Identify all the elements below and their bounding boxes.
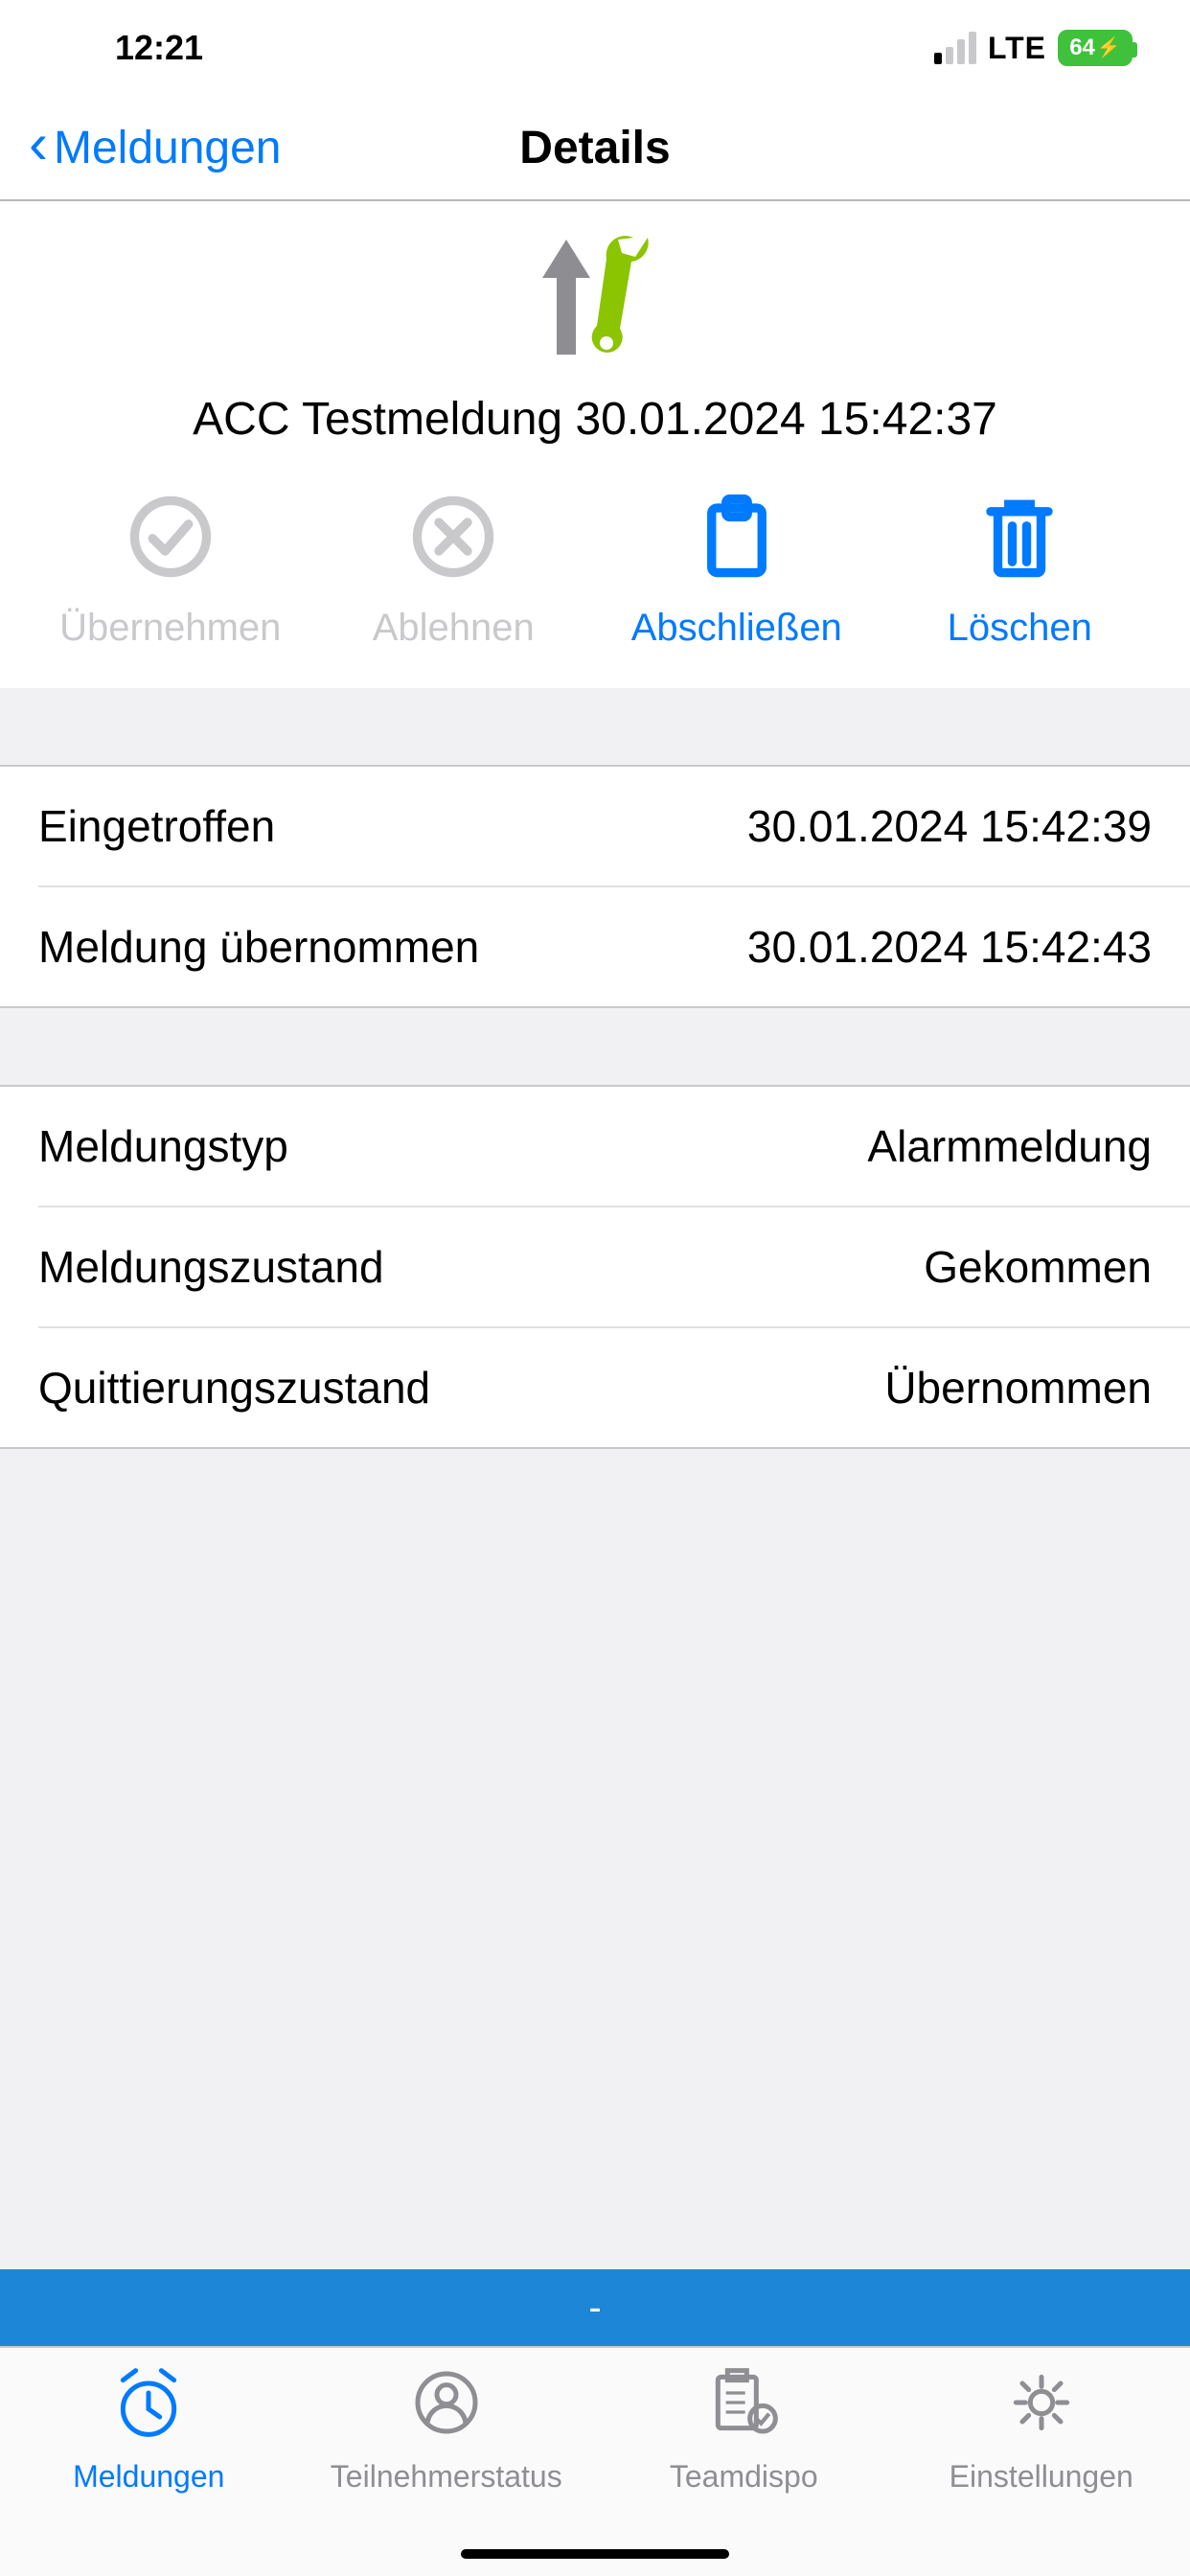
- battery-level: 64: [1069, 36, 1095, 59]
- row-label: Quittierungszustand: [38, 1362, 430, 1414]
- network-label: LTE: [988, 31, 1046, 66]
- table-row: Meldung übernommen 30.01.2024 15:42:43: [38, 886, 1190, 1006]
- delete-button[interactable]: Löschen: [879, 494, 1162, 650]
- nav-bar: ‹ Meldungen Details: [0, 96, 1190, 201]
- person-circle-icon: [408, 2367, 485, 2446]
- tab-teilnehmerstatus[interactable]: Teilnehmerstatus: [298, 2367, 596, 2576]
- tab-bar: Meldungen Teilnehmerstatus Teamdispo Ein…: [0, 2346, 1190, 2576]
- table-row: Meldungstyp Alarmmeldung: [0, 1087, 1190, 1206]
- tab-label: Meldungen: [73, 2459, 224, 2495]
- row-label: Eingetroffen: [38, 800, 275, 852]
- clipboard-icon: [694, 494, 780, 589]
- message-title: ACC Testmeldung 30.01.2024 15:42:37: [0, 393, 1190, 446]
- delete-label: Löschen: [948, 607, 1092, 650]
- reject-button: Ablehnen: [312, 494, 596, 650]
- table-row: Eingetroffen 30.01.2024 15:42:39: [0, 767, 1190, 886]
- tab-einstellungen[interactable]: Einstellungen: [893, 2367, 1190, 2576]
- trash-icon: [976, 494, 1063, 589]
- checklist-icon: [705, 2367, 782, 2446]
- status-strip-text: -: [588, 2287, 601, 2330]
- check-circle-icon: [127, 494, 214, 589]
- battery-indicator: 64⚡: [1058, 30, 1133, 66]
- tab-label: Teamdispo: [670, 2459, 818, 2495]
- tab-teamdispo[interactable]: Teamdispo: [595, 2367, 893, 2576]
- tab-label: Teilnehmerstatus: [331, 2459, 562, 2495]
- reject-label: Ablehnen: [373, 607, 535, 650]
- status-bar: 12:21 LTE 64⚡: [0, 0, 1190, 96]
- gear-icon: [1003, 2367, 1080, 2446]
- row-value: 30.01.2024 15:42:39: [747, 800, 1152, 852]
- accept-button: Übernehmen: [29, 494, 312, 650]
- action-row: Übernehmen Ablehnen Abschließen Löschen: [0, 494, 1190, 688]
- row-label: Meldung übernommen: [38, 921, 479, 973]
- tab-meldungen[interactable]: Meldungen: [0, 2367, 298, 2576]
- arrow-wrench-icon: [533, 230, 657, 364]
- status-strip[interactable]: -: [0, 2269, 1190, 2346]
- cellular-signal-icon: [934, 32, 976, 64]
- accept-label: Übernehmen: [59, 607, 281, 650]
- chevron-left-icon: ‹: [29, 129, 48, 158]
- complete-button[interactable]: Abschließen: [595, 494, 879, 650]
- row-value: Gekommen: [924, 1241, 1152, 1293]
- complete-label: Abschließen: [631, 607, 842, 650]
- hero: ACC Testmeldung 30.01.2024 15:42:37: [0, 201, 1190, 494]
- row-label: Meldungstyp: [38, 1120, 288, 1172]
- row-value: Übernommen: [884, 1362, 1152, 1414]
- table-row: Quittierungszustand Übernommen: [38, 1326, 1190, 1447]
- tab-label: Einstellungen: [950, 2459, 1133, 2495]
- table-row: Meldungszustand Gekommen: [38, 1206, 1190, 1326]
- row-value: Alarmmeldung: [867, 1120, 1152, 1172]
- x-circle-icon: [410, 494, 496, 589]
- alarm-clock-icon: [110, 2367, 187, 2446]
- status-right: LTE 64⚡: [934, 30, 1133, 66]
- row-value: 30.01.2024 15:42:43: [747, 921, 1152, 973]
- charging-icon: ⚡: [1097, 38, 1121, 58]
- row-label: Meldungszustand: [38, 1241, 384, 1293]
- properties-section: Meldungstyp Alarmmeldung Meldungszustand…: [0, 1085, 1190, 1449]
- back-button[interactable]: ‹ Meldungen: [29, 122, 282, 174]
- status-time: 12:21: [115, 28, 203, 68]
- timestamps-section: Eingetroffen 30.01.2024 15:42:39 Meldung…: [0, 765, 1190, 1008]
- home-indicator[interactable]: [461, 2549, 729, 2559]
- back-label: Meldungen: [54, 122, 282, 174]
